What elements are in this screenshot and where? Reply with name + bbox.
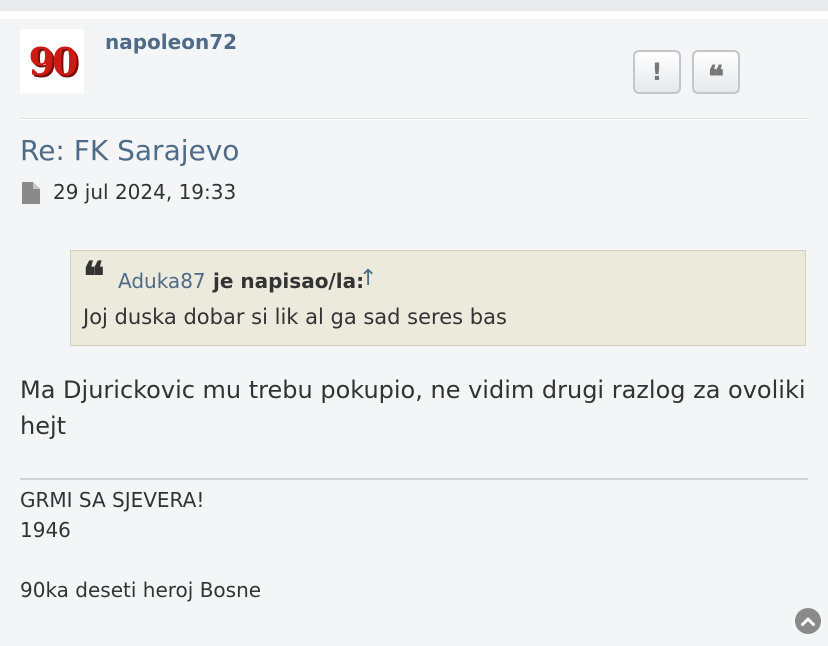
avatar[interactable]: 90 bbox=[20, 29, 84, 93]
file-icon[interactable] bbox=[22, 182, 40, 204]
quote-mark-icon: ❝ bbox=[83, 253, 105, 300]
post-date: 29 jul 2024, 19:33 bbox=[53, 180, 237, 204]
header-divider bbox=[20, 118, 808, 120]
report-button[interactable]: ! bbox=[633, 50, 681, 94]
signature-line: 1946 bbox=[20, 518, 71, 542]
avatar-image-text: 90 bbox=[28, 38, 79, 84]
back-to-top-button[interactable] bbox=[795, 608, 821, 634]
previous-post-edge bbox=[0, 0, 828, 11]
quote-author-link[interactable]: Aduka87 bbox=[118, 269, 206, 293]
quote-button[interactable]: ❝ bbox=[692, 50, 740, 95]
signature-divider bbox=[20, 478, 808, 480]
quote-icon: ❝ bbox=[707, 59, 725, 95]
post-body: Ma Djurickovic mu trebu pokupio, ne vidi… bbox=[20, 376, 806, 440]
chevron-up-icon bbox=[801, 617, 815, 626]
post-separator bbox=[0, 11, 828, 19]
post-title-link[interactable]: Re: FK Sarajevo bbox=[20, 134, 239, 167]
signature-line: GRMI SA SJEVERA! bbox=[20, 488, 205, 512]
quote-text: Joj duska dobar si lik al ga sad seres b… bbox=[83, 305, 507, 329]
signature-line: 90ka deseti heroj Bosne bbox=[20, 578, 262, 602]
quote-says-label: je napisao/la: bbox=[213, 269, 365, 293]
username-link[interactable]: napoleon72 bbox=[105, 30, 237, 54]
quote-block: ❝ Aduka87 je napisao/la: ↑ Joj duska dob… bbox=[70, 250, 806, 346]
quote-source-arrow-link[interactable]: ↑ bbox=[359, 266, 377, 291]
exclamation-icon: ! bbox=[651, 58, 663, 86]
